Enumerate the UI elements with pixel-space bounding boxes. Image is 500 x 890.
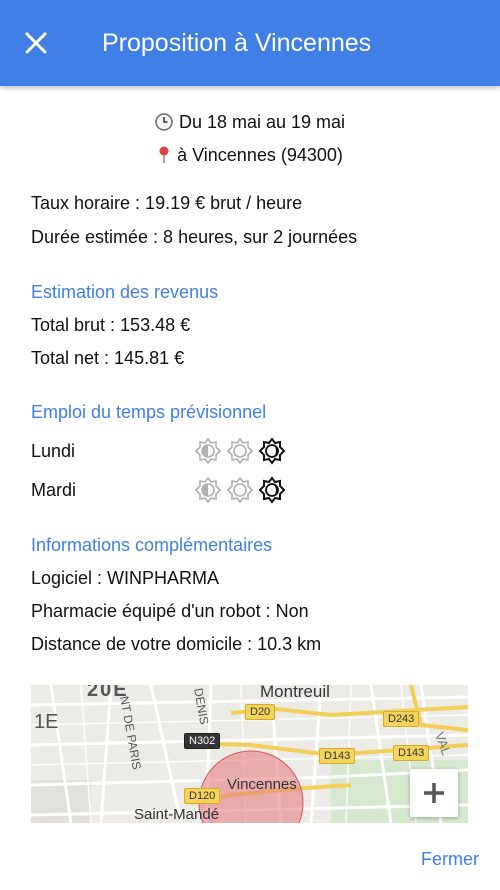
day-label: Lundi	[31, 441, 76, 461]
plus-icon	[424, 783, 444, 803]
clock-icon	[155, 113, 173, 137]
total-net: Total net : 145.81 €	[31, 348, 185, 368]
afternoon-slot-icon	[225, 436, 255, 466]
schedule-row-tuesday: Mardi	[31, 475, 331, 505]
day-label: Mardi	[31, 480, 77, 500]
total-gross: Total brut : 153.48 €	[31, 315, 191, 335]
software-line: Logiciel : WINPHARMA	[31, 568, 220, 588]
schedule-section-title: Emploi du temps prévisionnel	[31, 402, 267, 422]
evening-slot-icon	[257, 475, 287, 505]
distance-line: Distance de votre domicile : 10.3 km	[31, 634, 322, 654]
hourly-rate: Taux horaire : 19.19 € brut / heure	[31, 193, 303, 213]
map-view[interactable]: 20E 1E NT DE PARIS DENIS Montreuil Vince…	[31, 685, 468, 823]
revenue-section-title: Estimation des revenus	[31, 282, 219, 302]
zoom-in-button[interactable]	[410, 769, 458, 817]
close-icon	[25, 32, 47, 54]
dates-line: Du 18 mai au 19 mai	[0, 110, 500, 137]
evening-slot-icon	[257, 436, 287, 466]
road-badge-d143-a: D143	[319, 748, 356, 764]
map-label-montreuil: Montreuil	[260, 685, 330, 701]
dates-text: Du 18 mai au 19 mai	[178, 112, 346, 132]
road-badge-d120: D120	[184, 788, 221, 804]
location-text: à Vincennes (94300)	[177, 145, 343, 165]
map-label-saint-mande: Saint-Mandé	[134, 806, 220, 823]
map-label-1e: 1E	[34, 711, 59, 733]
pin-icon	[157, 146, 171, 170]
close-button[interactable]	[18, 25, 54, 61]
road-badge-d143-b: D143	[393, 745, 430, 761]
road-badge-n302: N302	[184, 733, 221, 749]
robot-line: Pharmacie équipé d'un robot : Non	[31, 601, 309, 621]
location-line: à Vincennes (94300)	[0, 143, 500, 170]
road-badge-d20: D20	[245, 704, 276, 720]
schedule-row-monday: Lundi	[31, 436, 331, 466]
morning-slot-icon	[193, 436, 223, 466]
road-badge-d243: D243	[383, 711, 420, 727]
afternoon-slot-icon	[225, 475, 255, 505]
close-text-button[interactable]: Fermer	[421, 847, 479, 871]
info-section-title: Informations complémentaires	[31, 535, 273, 555]
map-label-vincennes: Vincennes	[227, 776, 297, 793]
app-bar: Proposition à Vincennes	[0, 0, 500, 86]
estimated-duration: Durée estimée : 8 heures, sur 2 journées	[31, 227, 358, 247]
morning-slot-icon	[193, 475, 223, 505]
page-title: Proposition à Vincennes	[102, 29, 372, 57]
